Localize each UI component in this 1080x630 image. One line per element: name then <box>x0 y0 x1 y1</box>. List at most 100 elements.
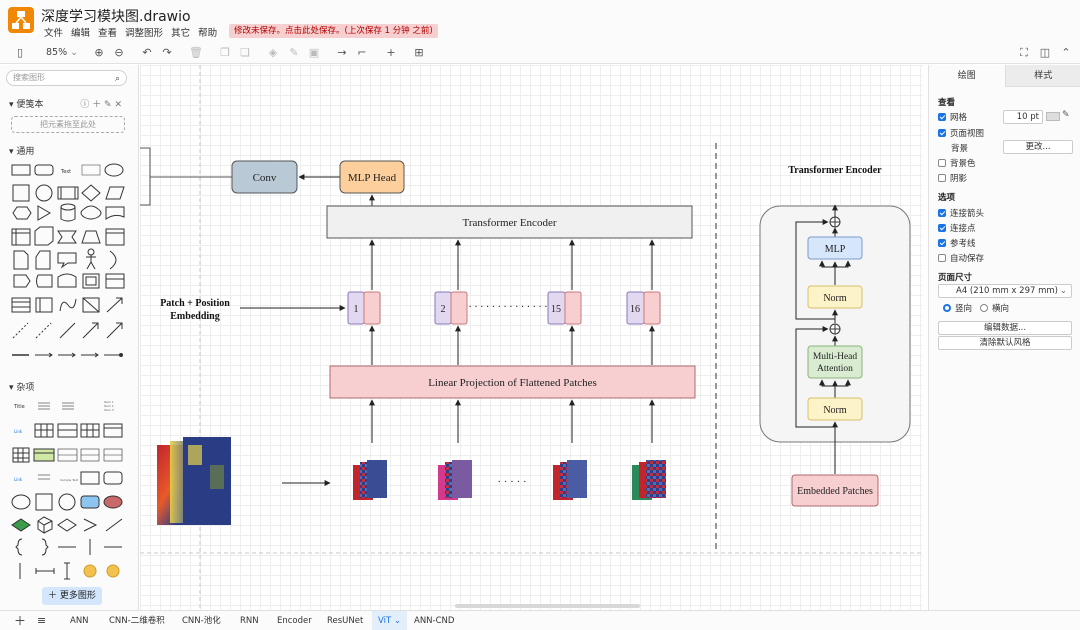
page-view-checkbox[interactable] <box>938 129 946 137</box>
menu-extras[interactable]: 其它 <box>171 25 190 39</box>
connection-points-checkbox[interactable] <box>938 224 946 232</box>
token-1[interactable]: 1 <box>347 291 381 325</box>
autosave-checkbox[interactable] <box>938 254 946 262</box>
partial-shape[interactable] <box>140 147 151 206</box>
encoder-mha-block[interactable]: Multi-Head Attention <box>807 345 863 379</box>
line-color-icon[interactable]: ✎ <box>287 46 301 60</box>
page-tab-resunet[interactable]: ResUNet <box>327 611 363 630</box>
fill-color-icon[interactable]: ◈ <box>266 46 280 60</box>
collapse-icon[interactable]: ⌃ <box>1059 46 1073 60</box>
add-page-icon[interactable]: ＋ <box>14 611 26 630</box>
scratchpad-drop-zone[interactable]: 把元素拖至此处 <box>11 116 125 133</box>
patch-stack-2[interactable] <box>438 460 472 500</box>
sidebar-toggle-icon[interactable]: ▯ <box>13 46 27 60</box>
more-shapes-button[interactable]: ＋ 更多图形 <box>42 587 102 605</box>
scratchpad-header[interactable]: ▾ 便笺本 <box>9 97 43 110</box>
unsaved-changes-banner[interactable]: 修改未保存。点击此处保存。(上次保存 1 分钟 之前) <box>229 24 438 38</box>
shadow-icon[interactable]: ▣ <box>307 46 321 60</box>
tab-diagram[interactable]: 绘图 <box>929 65 1005 87</box>
scratchpad-tools[interactable]: ⓘ ＋ ✎ ✕ <box>80 97 122 110</box>
landscape-label: 横向 <box>992 304 1010 314</box>
to-back-icon[interactable]: ❏ <box>238 46 252 60</box>
document-title[interactable]: 深度学习模块图.drawio <box>41 6 191 26</box>
redo-icon[interactable]: ↷ <box>160 46 174 60</box>
svg-text:Title: Title <box>13 404 25 410</box>
fullscreen-icon[interactable]: ⛶ <box>1017 46 1031 60</box>
waypoints-icon[interactable]: ⌐ <box>355 46 369 60</box>
portrait-radio[interactable] <box>943 304 951 312</box>
conv-block[interactable]: Conv <box>231 160 298 194</box>
page-tab-encoder[interactable]: Encoder <box>277 611 312 630</box>
guides-checkbox[interactable] <box>938 239 946 247</box>
grid-color-swatch[interactable] <box>1046 112 1060 121</box>
page-tab-ann[interactable]: ANN <box>70 611 89 630</box>
drawio-logo <box>8 7 34 33</box>
page-tab-cnn-pooling[interactable]: CNN-池化 <box>182 611 221 630</box>
projection-to-token-arrows <box>369 325 655 365</box>
page-size-select[interactable]: A4 (210 mm x 297 mm) ⌄ <box>938 284 1072 298</box>
format-panel-icon[interactable]: ◫ <box>1038 46 1052 60</box>
misc-header[interactable]: ▾ 杂项 <box>9 380 34 393</box>
more-shapes-label: 更多图形 <box>59 591 96 601</box>
encoder-mha-label-line1: Multi-Head <box>813 352 858 362</box>
clear-default-style-button[interactable]: 清除默认风格 <box>938 336 1072 350</box>
grid-checkbox[interactable] <box>938 113 946 121</box>
tab-style[interactable]: 样式 <box>1004 65 1080 87</box>
page-tab-cnn-conv2d[interactable]: CNN-二维卷积 <box>109 611 165 630</box>
encoder-norm-top[interactable]: Norm <box>807 285 863 309</box>
patch-stack-15[interactable] <box>553 460 587 500</box>
zoom-in-icon[interactable]: ⊕ <box>92 46 106 60</box>
zoom-level[interactable]: 85% ⌄ <box>46 47 78 58</box>
edit-grid-color-icon[interactable]: ✎ <box>1062 110 1070 120</box>
table-icon[interactable]: ⊞ <box>412 46 426 60</box>
change-background-button[interactable]: 更改... <box>1003 140 1073 154</box>
pages-menu-icon[interactable]: ≡ <box>37 611 46 630</box>
connection-icon[interactable]: → <box>335 46 349 60</box>
autosave-row: 自动保存 <box>938 252 984 264</box>
view-section-title: 查看 <box>938 98 956 108</box>
shadow-checkbox[interactable] <box>938 174 946 182</box>
edit-data-button[interactable]: 编辑数据... <box>938 321 1072 335</box>
menu-help[interactable]: 帮助 <box>198 25 217 39</box>
mlp-head-block[interactable]: MLP Head <box>339 160 405 194</box>
undo-icon[interactable]: ↶ <box>140 46 154 60</box>
canvas-horizontal-scrollbar[interactable] <box>455 604 640 608</box>
token-15[interactable]: 15 <box>547 291 582 325</box>
input-image-stack[interactable] <box>157 437 231 525</box>
token-2[interactable]: 2 <box>434 291 468 325</box>
connection-arrows-checkbox[interactable] <box>938 209 946 217</box>
diagram-canvas[interactable]: Conv MLP Head Transformer Encoder Patch … <box>140 65 923 610</box>
insert-icon[interactable]: + <box>384 46 398 60</box>
page-tab-ann-cnd[interactable]: ANN-CND <box>414 611 454 630</box>
to-front-icon[interactable]: ❐ <box>218 46 232 60</box>
general-header[interactable]: ▾ 通用 <box>9 144 34 157</box>
zoom-out-icon[interactable]: ⊖ <box>112 46 126 60</box>
toolbar: ▯ 85% ⌄ ⊕ ⊖ ↶ ↷ 🗑 ❐ ❏ ◈ ✎ ▣ → ⌐ + ⊞ ⛶ ◫ … <box>0 42 1080 64</box>
token-label: 15 <box>551 304 561 315</box>
token-to-encoder-arrows <box>369 239 655 290</box>
delete-icon[interactable]: 🗑 <box>189 46 203 60</box>
misc-title: 杂项 <box>16 383 35 393</box>
patch-stack-1[interactable] <box>353 460 387 500</box>
token-16[interactable]: 16 <box>626 291 661 325</box>
search-icon[interactable]: ⌕ <box>115 72 120 86</box>
misc-shapes-grid[interactable]: Title Item 1 Item 2 Item 3 Link Link Sam… <box>10 397 128 582</box>
encoder-mlp-block[interactable]: MLP <box>807 236 863 260</box>
background-color-checkbox[interactable] <box>938 159 946 167</box>
linear-projection-block[interactable]: Linear Projection of Flattened Patches <box>329 365 696 399</box>
encoder-norm-bottom[interactable]: Norm <box>807 397 863 421</box>
transformer-encoder-block[interactable]: Transformer Encoder <box>326 205 693 239</box>
menu-edit[interactable]: 编辑 <box>71 25 90 39</box>
embedded-patches-block[interactable]: Embedded Patches <box>791 474 879 507</box>
page-tab-rnn[interactable]: RNN <box>240 611 259 630</box>
patch-stack-16[interactable] <box>632 460 666 500</box>
menu-view[interactable]: 查看 <box>98 25 117 39</box>
grid-size-input[interactable]: 10 pt <box>1003 110 1043 124</box>
landscape-radio[interactable] <box>980 304 989 312</box>
menu-file[interactable]: 文件 <box>44 25 63 39</box>
connection-arrows-label: 连接箭头 <box>950 209 985 219</box>
menu-arrange[interactable]: 调整图形 <box>125 25 163 39</box>
shape-search-input[interactable]: 搜索图形 ⌕ <box>6 70 127 86</box>
general-shapes-grid[interactable]: Text <box>10 161 128 371</box>
page-tab-vit[interactable]: ViT ⌄ <box>372 611 408 630</box>
